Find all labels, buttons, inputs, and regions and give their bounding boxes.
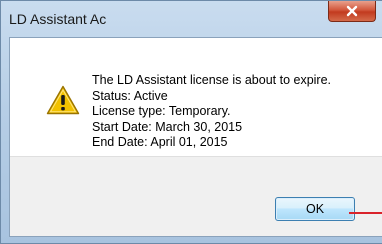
- close-button[interactable]: [328, 1, 376, 22]
- button-bar: OK: [10, 156, 382, 236]
- end-date-line: End Date: April 01, 2015: [92, 135, 228, 149]
- window-title: LD Assistant Ac: [9, 11, 107, 27]
- status-line: Status: Active: [92, 88, 168, 103]
- title-bar[interactable]: LD Assistant Ac: [1, 1, 382, 37]
- dialog-body: The LD Assistant license is about to exp…: [9, 37, 382, 237]
- message-area: The LD Assistant license is about to exp…: [10, 38, 382, 156]
- warning-icon: [46, 85, 80, 115]
- start-date-line: Start Date: March 30, 2015: [92, 119, 243, 134]
- message-text: The LD Assistant license is about to exp…: [92, 73, 331, 151]
- dialog-window: LD Assistant Ac The LD Assistant license…: [0, 0, 382, 244]
- annotation-arrow: [349, 212, 382, 214]
- message-line: The LD Assistant license is about to exp…: [92, 73, 332, 87]
- license-type-line: License type: Temporary.: [92, 104, 231, 118]
- close-icon: [346, 5, 358, 17]
- ok-button[interactable]: OK: [275, 197, 355, 221]
